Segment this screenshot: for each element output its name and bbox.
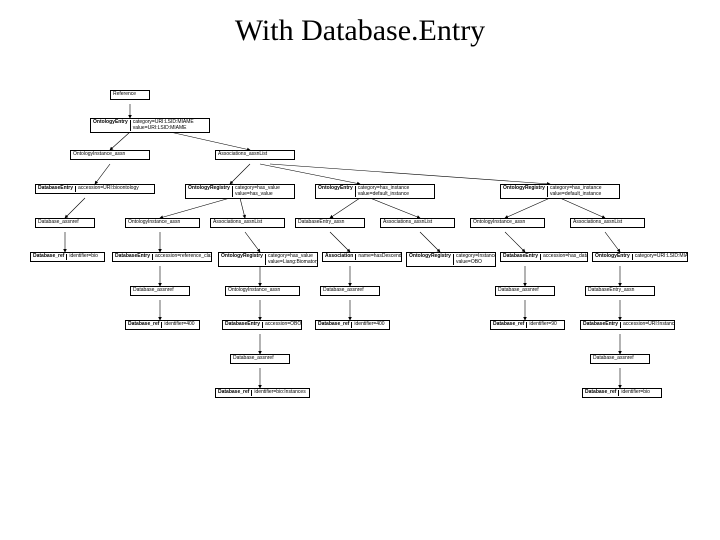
node-ontology-entry-instances: OntologyEntry category=URI:LSID:MIAME:bi… xyxy=(592,252,688,262)
node-ontology-registry-hasvalue: OntologyRegistry category=has_value valu… xyxy=(185,184,295,199)
node-label: OntologyEntry xyxy=(318,186,356,197)
node-associations-assnlist-3: Associations_assnList xyxy=(380,218,455,228)
node-value: identifier=90 xyxy=(527,322,562,328)
node-value: accession=has_database xyxy=(541,254,588,260)
node-value: category=Instance_or value=OBO xyxy=(454,254,496,265)
node-database-assnref-2: Database_assnref xyxy=(130,286,190,296)
node-value: accession=URI:bioontology xyxy=(76,186,152,192)
node-label: DatabaseEntry xyxy=(503,254,541,260)
node-label: Database_ref xyxy=(318,322,352,328)
node-database-entry-uriinstance: DatabaseEntry accession=URI:Instance xyxy=(580,320,675,330)
node-value: name=hasDescendant xyxy=(356,254,402,260)
node-database-assnref-1: Database_assnref xyxy=(35,218,95,228)
node-label: DatabaseEntry xyxy=(38,186,76,192)
node-value: accession=reference_class xyxy=(153,254,212,260)
node-label: OntologyRegistry xyxy=(221,254,266,265)
node-value: category=has_instance value=default_inst… xyxy=(356,186,432,197)
page-title: With Database.Entry xyxy=(0,14,720,48)
node-database-ref-400a: Database_ref identifier=400 xyxy=(125,320,200,330)
node-associations-assnlist-1: Associations_assnList xyxy=(215,150,295,160)
node-label: DatabaseEntry xyxy=(583,322,621,328)
node-label: Database_ref xyxy=(128,322,162,328)
node-label: OntologyRegistry xyxy=(409,254,454,265)
node-database-entry-hasdatabase: DatabaseEntry accession=has_database xyxy=(500,252,588,262)
node-database-ref-bio2: Database_ref identifier=bio xyxy=(582,388,662,398)
node-value: category=has_instance value=default_inst… xyxy=(548,186,617,197)
node-database-entry-assn-2: DatabaseEntry_assn xyxy=(585,286,655,296)
node-association-hasdescendant: Association name=hasDescendant xyxy=(322,252,402,262)
node-value: category=has_value value=has_value xyxy=(233,186,292,197)
node-ontology-instance-assn-4: OntologyInstance_assn xyxy=(225,286,300,296)
node-ontology-instance-assn-2: OntologyInstance_assn xyxy=(125,218,200,228)
node-associations-assnlist-4: Associations_assnList xyxy=(570,218,645,228)
node-label: OntologyEntry xyxy=(595,254,633,260)
node-value: accession=OBO xyxy=(263,322,301,328)
node-value: accession=URI:Instance xyxy=(621,322,675,328)
node-value: category=URI:LSID:MIAME:biokeyOnt:URI:LS… xyxy=(633,254,688,260)
node-label: DatabaseEntry xyxy=(115,254,153,260)
node-label: Association xyxy=(325,254,356,260)
node-label: OntologyEntry xyxy=(93,120,131,131)
node-label: OntologyRegistry xyxy=(188,186,233,197)
node-value: category=URI:LSID:MIAME value=URI:LSID:M… xyxy=(131,120,207,131)
node-associations-assnlist-2: Associations_assnList xyxy=(210,218,285,228)
node-label: Database_ref xyxy=(218,390,252,396)
node-value: identifier=bio:Instances xyxy=(252,390,307,396)
node-database-ref-bioinstances: Database_ref identifier=bio:Instances xyxy=(215,388,310,398)
node-database-ref-bio: Database_ref identifier=bio xyxy=(30,252,105,262)
node-database-entry-obo: DatabaseEntry accession=OBO xyxy=(222,320,302,330)
diagram-canvas: Reference OntologyEntry category=URI:LSI… xyxy=(30,90,690,510)
node-value: identifier=400 xyxy=(162,322,197,328)
node-database-assnref-5: Database_assnref xyxy=(230,354,290,364)
node-database-ref-400b: Database_ref identifier=400 xyxy=(315,320,390,330)
node-ontology-entry-hasinstance: OntologyEntry category=has_instance valu… xyxy=(315,184,435,199)
node-ontology-instance-assn-3: OntologyInstance_assn xyxy=(470,218,545,228)
node-ontology-registry-default: OntologyRegistry category=has_instance v… xyxy=(500,184,620,199)
node-value: identifier=bio xyxy=(619,390,659,396)
node-database-entry-assn-1: DatabaseEntry_assn xyxy=(295,218,365,228)
node-database-entry-refclass: DatabaseEntry accession=reference_class xyxy=(112,252,212,262)
node-label: DatabaseEntry xyxy=(225,322,263,328)
node-ontology-registry-liang: OntologyRegistry category=has_value valu… xyxy=(218,252,318,267)
node-ontology-entry-root: OntologyEntry category=URI:LSID:MIAME va… xyxy=(90,118,210,133)
node-reference: Reference xyxy=(110,90,150,100)
node-label: Database_ref xyxy=(493,322,527,328)
node-ontology-instance-assn-1: OntologyInstance_assn xyxy=(70,150,150,160)
node-label: Database_ref xyxy=(33,254,67,260)
node-database-assnref-6: Database_assnref xyxy=(590,354,650,364)
node-database-entry-bioontology: DatabaseEntry accession=URI:bioontology xyxy=(35,184,155,194)
node-value: identifier=bio xyxy=(67,254,102,260)
node-value: identifier=400 xyxy=(352,322,387,328)
node-database-assnref-4: Database_assnref xyxy=(495,286,555,296)
node-database-ref-90: Database_ref identifier=90 xyxy=(490,320,565,330)
node-database-assnref-3: Database_assnref xyxy=(320,286,380,296)
node-value: category=has_value value=Liang:Biomatory… xyxy=(266,254,318,265)
node-label: OntologyRegistry xyxy=(503,186,548,197)
node-label: Database_ref xyxy=(585,390,619,396)
node-ontology-registry-obo: OntologyRegistry category=Instance_or va… xyxy=(406,252,496,267)
